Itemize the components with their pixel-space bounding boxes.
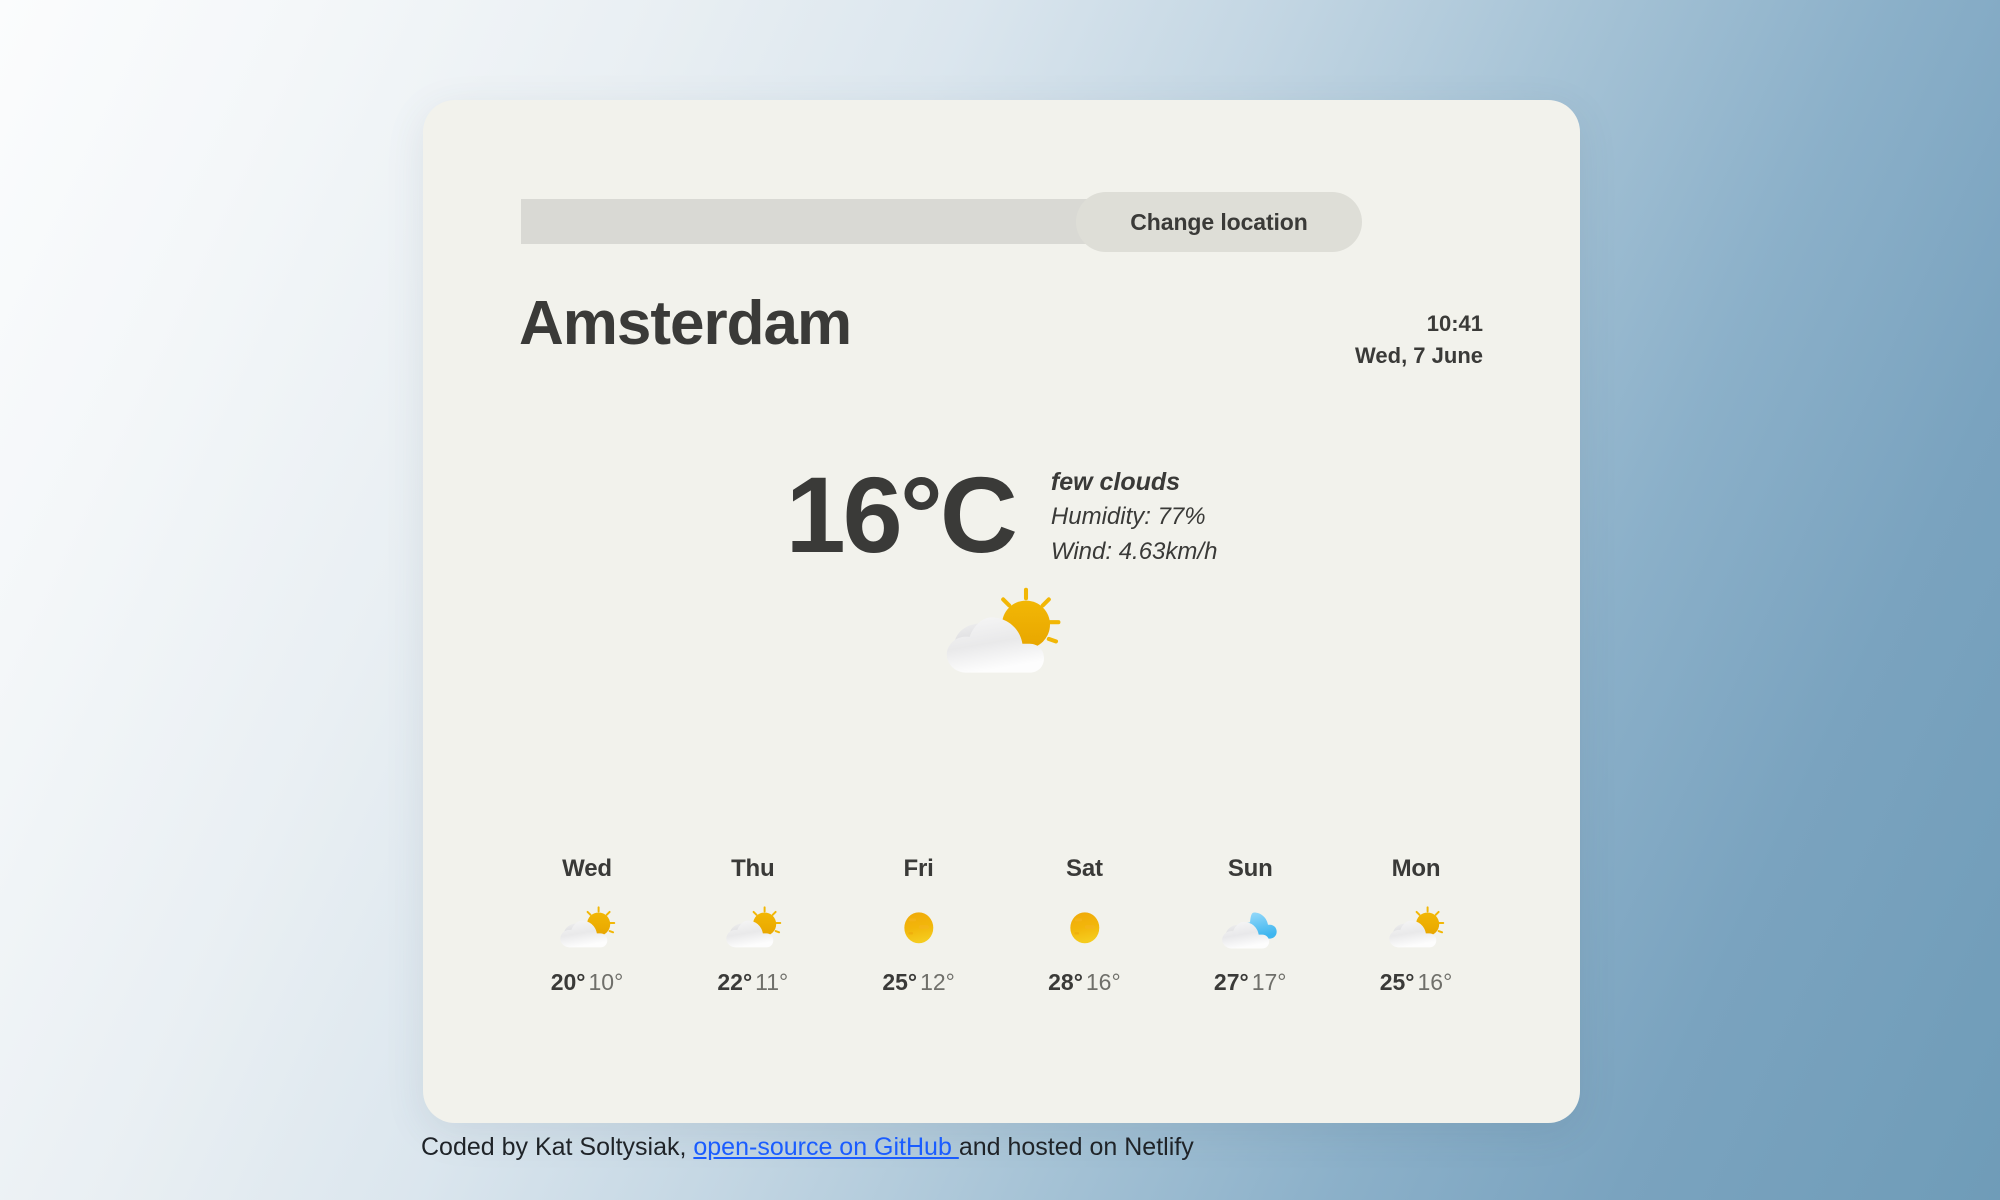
sun-icon [843,897,995,959]
forecast-day-label: Sat [1066,855,1103,882]
forecast-temp-max: 27° [1213,969,1249,995]
forecast-temp-max: 20° [550,969,586,995]
sun-behind-cloud-icon [942,585,1062,684]
forecast-temp-min: 12° [920,969,955,995]
forecast-row: Wed 20° 10° Thu 22° 11° Fri 25° 12° Sat … [511,855,1492,996]
forecast-temp-max: 25° [1379,969,1415,995]
forecast-temp-max: 25° [882,969,918,995]
forecast-temperatures: 25° 16° [1340,969,1492,996]
search-input[interactable] [521,199,1099,244]
current-conditions: 16°C few clouds Humidity: 77% Wind: 4.63… [423,460,1580,569]
weather-condition-text: few clouds [1050,468,1181,496]
forecast-temperatures: 22° 11° [677,969,829,996]
sun-behind-cloud-icon [511,897,663,959]
forecast-day-sun: Sun 27° 17° [1174,855,1326,996]
forecast-temp-min: 10° [588,969,624,995]
sun-behind-cloud-icon [677,897,829,959]
forecast-temp-min: 16° [1417,969,1453,995]
broken-clouds-icon [1174,897,1326,959]
wind-text: Wind: 4.63km/h [1050,537,1218,565]
sun-icon [1008,897,1160,959]
weather-card: Change location Amsterdam 10:41 Wed, 7 J… [423,100,1580,1123]
forecast-temperatures: 28° 16° [1008,969,1160,996]
footer-prefix: Coded by Kat Soltysiak, [421,1133,694,1161]
forecast-temperatures: 25° 12° [843,969,995,996]
forecast-day-wed: Wed 20° 10° [511,855,663,996]
current-weather-icon-wrap [423,585,1580,684]
forecast-temp-max: 22° [717,969,753,995]
forecast-day-label: Thu [731,855,775,882]
footer: Coded by Kat Soltysiak, open-source on G… [421,1133,1194,1162]
current-temperature: 16°C [785,453,1018,575]
forecast-temp-min: 17° [1251,969,1287,995]
change-location-button[interactable]: Change location [1076,192,1362,252]
forecast-day-fri: Fri 25° 12° [843,855,995,996]
forecast-day-thu: Thu 22° 11° [677,855,829,996]
forecast-day-label: Mon [1391,855,1441,882]
current-details: few clouds Humidity: 77% Wind: 4.63km/h [1051,460,1218,569]
current-date: Wed, 7 June [1355,342,1483,368]
footer-suffix: and hosted on Netlify [958,1133,1194,1161]
forecast-temp-min: 16° [1085,969,1121,995]
humidity-text: Humidity: 77% [1050,503,1206,530]
time-and-date: 10:41 Wed, 7 June [1355,308,1483,372]
forecast-day-label: Wed [562,855,612,882]
github-link[interactable]: open-source on GitHub [693,1133,958,1161]
forecast-day-label: Sun [1227,855,1273,882]
forecast-temperatures: 27° 17° [1174,969,1326,996]
sun-behind-cloud-icon [1340,897,1492,959]
search-row: Change location [423,100,1580,252]
city-name: Amsterdam [519,289,852,358]
forecast-day-sat: Sat 28° 16° [1008,855,1160,996]
forecast-temp-max: 28° [1048,969,1083,995]
forecast-day-mon: Mon 25° 16° [1340,855,1492,996]
forecast-day-label: Fri [903,855,934,882]
forecast-temperatures: 20° 10° [511,969,663,996]
current-time: 10:41 [1426,311,1483,336]
forecast-temp-min: 11° [755,969,789,995]
